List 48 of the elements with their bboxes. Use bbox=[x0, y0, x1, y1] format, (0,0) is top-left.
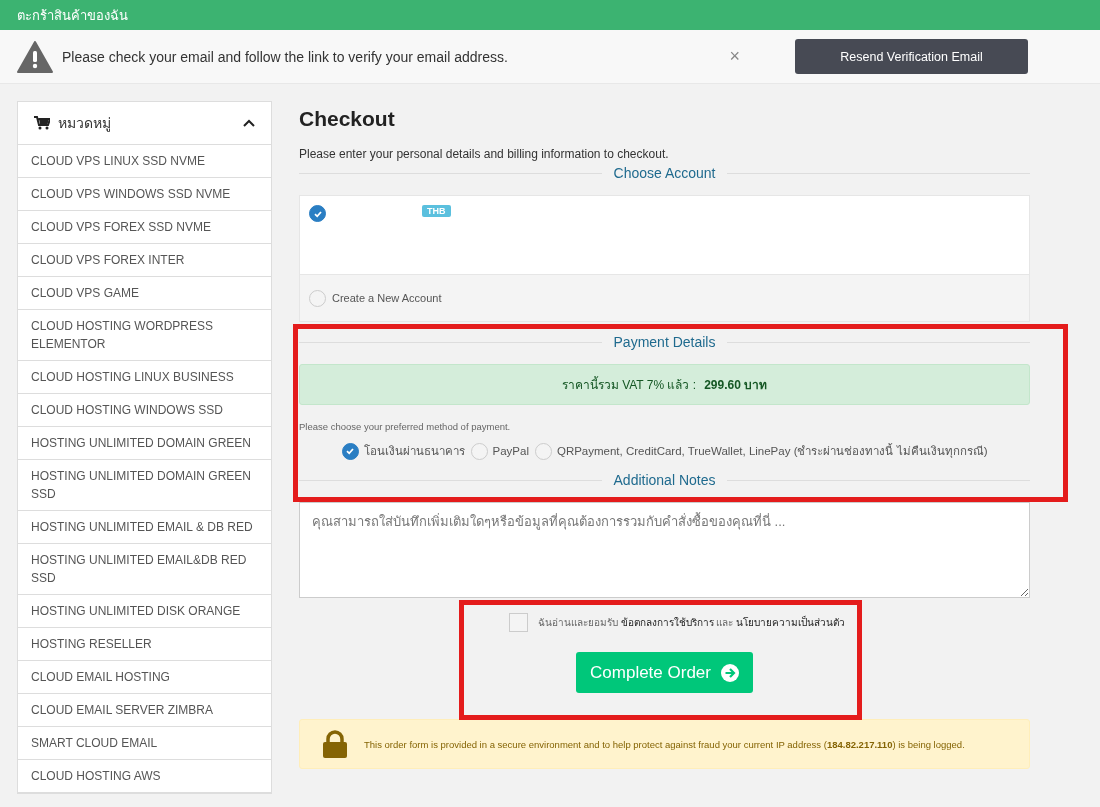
cart-icon bbox=[34, 116, 50, 130]
category-item[interactable]: HOSTING UNLIMITED EMAIL&DB RED SSD bbox=[18, 544, 271, 595]
notes-field[interactable]: คุณสามารถใส่บันทึกเพิ่มเติมใดๆหรือข้อมูลที่คุณต้องการรวมกับคำสั่งซื้อของคุณที่นี่ ... bbox=[299, 502, 1030, 598]
price-label: ราคานี้รวม VAT 7% แล้ว : bbox=[561, 375, 697, 394]
category-item[interactable]: HOSTING UNLIMITED DISK ORANGE bbox=[18, 595, 271, 628]
category-item[interactable]: CLOUD VPS WINDOWS SSD NVME bbox=[18, 178, 271, 211]
category-item[interactable]: HOSTING UNLIMITED EMAIL & DB RED bbox=[18, 511, 271, 544]
terms-link[interactable]: ข้อตกลงการใช้บริการ bbox=[620, 617, 714, 628]
category-item[interactable]: CLOUD HOSTING WORDPRESS ELEMENTOR bbox=[18, 310, 271, 361]
payment-radio[interactable] bbox=[470, 442, 488, 460]
category-item[interactable]: HOSTING UNLIMITED DOMAIN GREEN SSD bbox=[18, 460, 271, 511]
payment-hint: Please choose your preferred method of payment. bbox=[299, 421, 512, 432]
category-item[interactable]: CLOUD VPS GAME bbox=[18, 277, 271, 310]
category-item[interactable]: CLOUD EMAIL SERVER ZIMBRA bbox=[18, 694, 271, 727]
security-text: This order form is provided in a secure environment and to help protect against fraud your current IP address (184.82.217.110) is being logged. bbox=[364, 737, 965, 752]
category-item[interactable]: HOSTING RESELLER bbox=[18, 628, 271, 661]
category-item[interactable]: CLOUD HOSTING AWS bbox=[18, 760, 271, 793]
chevron-icon[interactable] bbox=[243, 119, 255, 127]
price-value: 299.60 บาท bbox=[704, 377, 768, 394]
currency-badge: THB bbox=[422, 205, 451, 217]
intro-text: Please enter your personal details and billing information to checkout. bbox=[299, 147, 670, 161]
category-item[interactable]: CLOUD EMAIL HOSTING bbox=[18, 661, 271, 694]
category-item[interactable]: CLOUD VPS FOREX INTER bbox=[18, 244, 271, 277]
warning-icon bbox=[17, 40, 53, 73]
payment-radio[interactable] bbox=[341, 442, 359, 460]
resend-button[interactable]: Resend Verification Email bbox=[795, 39, 1028, 74]
privacy-link[interactable]: นโยบายความเป็นส่วนตัว bbox=[736, 617, 846, 628]
radio-label: PayPal bbox=[492, 445, 529, 457]
page-title: ตะกร้าสินค้าของฉัน bbox=[17, 6, 128, 25]
terms-checkbox[interactable] bbox=[508, 613, 528, 632]
check-icon bbox=[345, 446, 355, 456]
category-item[interactable]: CLOUD VPS LINUX SSD NVME bbox=[18, 145, 271, 178]
lock-icon bbox=[322, 730, 348, 758]
panel-title: หมวดหมู่ bbox=[58, 114, 112, 134]
category-item[interactable]: HOSTING UNLIMITED DOMAIN GREEN bbox=[18, 427, 271, 460]
account-radio[interactable] bbox=[309, 205, 326, 222]
category-item[interactable]: SMART CLOUD EMAIL bbox=[18, 727, 271, 760]
payment-radio[interactable] bbox=[534, 442, 552, 460]
radio-label: QRPayment, CreditCard, TrueWallet, LinePay (ชำระผ่านช่องทางนี้ ไม่คืนเงินทุกกรณี) bbox=[556, 442, 988, 460]
category-item[interactable]: CLOUD HOSTING WINDOWS SSD bbox=[18, 394, 271, 427]
terms-text: ฉันอ่านและยอมรับ ข้อตกลงการใช้บริการ และ นโยบายความเป็นส่วนตัว bbox=[537, 615, 846, 630]
category-item[interactable]: CLOUD VPS FOREX SSD NVME bbox=[18, 211, 271, 244]
category-item[interactable]: CLOUD HOSTING LINUX BUSINESS bbox=[18, 361, 271, 394]
account-radio[interactable] bbox=[309, 289, 326, 307]
radio-label: Create a New Account bbox=[332, 292, 442, 304]
radio-label: โอนเงินผ่านธนาคาร bbox=[363, 443, 465, 459]
alert-message: Please check your email and follow the link to verify your email address. bbox=[62, 48, 509, 65]
page-heading: Checkout bbox=[299, 107, 396, 131]
